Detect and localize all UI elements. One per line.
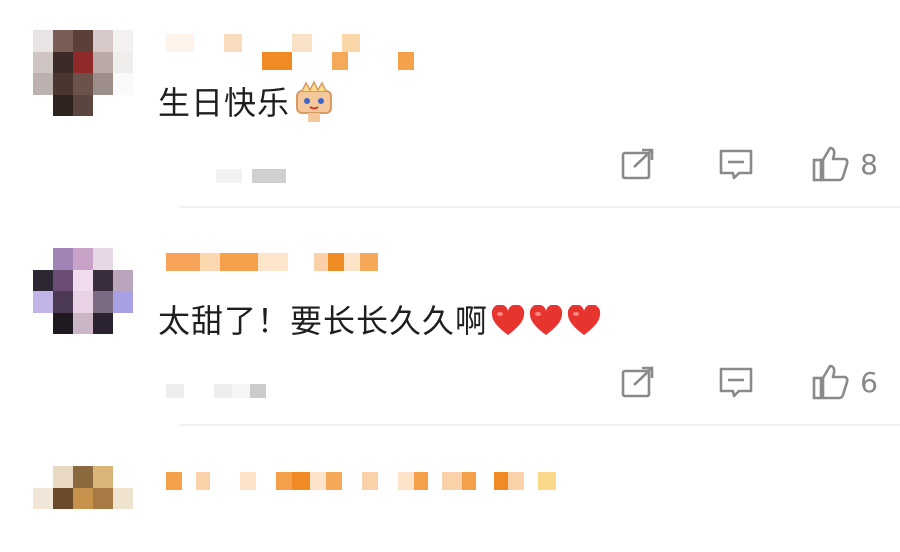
comment-timestamp	[166, 167, 286, 185]
divider	[180, 206, 900, 208]
comment-actions: 6	[620, 360, 878, 404]
reply-button[interactable]	[718, 365, 754, 399]
like-button[interactable]: 8	[812, 146, 878, 182]
comment-text: 太甜了！要长长久久啊	[158, 296, 602, 342]
share-icon	[621, 148, 654, 180]
like-icon	[812, 146, 849, 182]
like-count: 8	[860, 147, 878, 181]
cake-emoji-icon	[296, 80, 333, 122]
heart-emoji-icon	[567, 305, 601, 335]
comment-actions: 8	[620, 142, 878, 186]
heart-emoji-icon	[491, 305, 525, 335]
share-button[interactable]	[620, 147, 656, 181]
divider	[180, 424, 900, 426]
avatar[interactable]	[33, 248, 133, 334]
username[interactable]	[166, 249, 378, 275]
heart-emoji-icon	[529, 305, 563, 335]
like-icon	[812, 364, 849, 400]
username-row2	[166, 48, 414, 74]
avatar[interactable]	[33, 466, 133, 552]
comment-timestamp	[166, 382, 266, 400]
share-icon	[621, 366, 654, 398]
reply-button[interactable]	[718, 147, 754, 181]
comment-icon	[719, 149, 753, 180]
comment-icon	[719, 367, 753, 398]
username[interactable]	[166, 468, 556, 494]
like-button[interactable]: 6	[812, 364, 878, 400]
share-button[interactable]	[620, 365, 656, 399]
avatar[interactable]	[33, 30, 133, 116]
like-count: 6	[860, 365, 878, 399]
comment-text: 生日快乐	[158, 78, 334, 127]
